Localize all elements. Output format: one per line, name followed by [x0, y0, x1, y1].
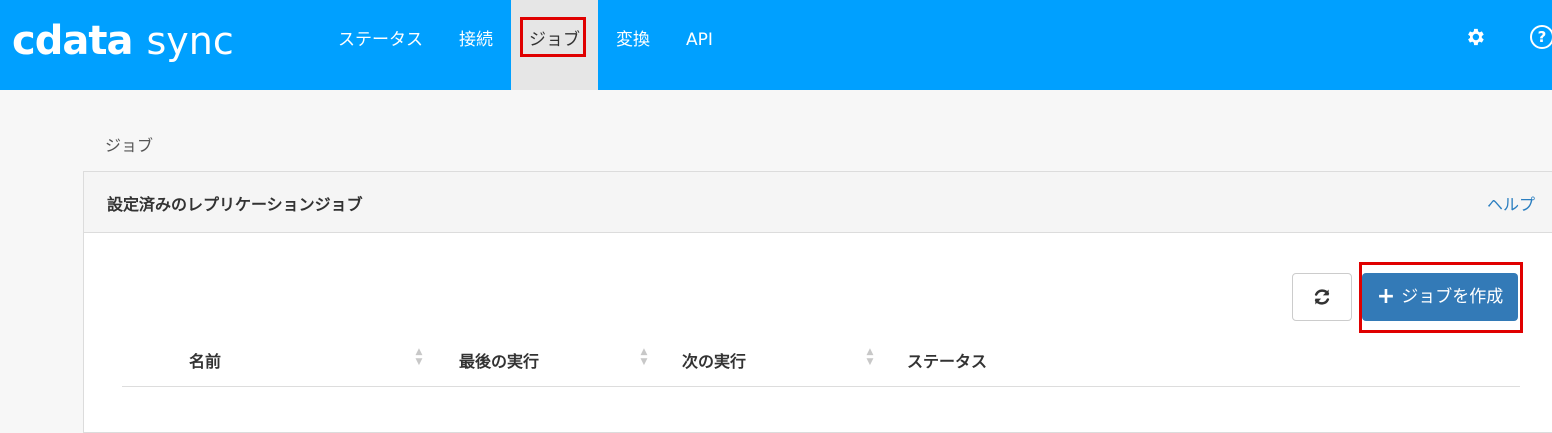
create-job-label: ジョブを作成	[1401, 287, 1504, 307]
sort-icon[interactable]: ▲ ▼	[865, 347, 875, 367]
sort-icon[interactable]: ▲ ▼	[414, 347, 424, 367]
column-header-last-run[interactable]: 最後の実行	[459, 348, 539, 372]
nav-transformations[interactable]: 変換	[598, 0, 668, 90]
nav-jobs-label: ジョブ	[529, 30, 580, 50]
main-nav: ステータス 接続 ジョブ 変換 API	[320, 0, 731, 90]
logo-brand: cdata	[12, 18, 133, 64]
nav-api-label: API	[686, 30, 713, 50]
nav-connections[interactable]: 接続	[441, 0, 511, 90]
logo-product: sync	[146, 19, 234, 63]
jobs-panel: 設定済みのレプリケーションジョブ ヘルプ + ジョブを作成 名前 ▲ ▼ 最後の実行…	[83, 171, 1552, 433]
sort-icon[interactable]: ▲ ▼	[639, 347, 649, 367]
gear-icon[interactable]	[1460, 22, 1490, 52]
refresh-button[interactable]	[1292, 273, 1352, 321]
nav-api[interactable]: API	[668, 0, 731, 90]
refresh-icon	[1314, 289, 1330, 305]
logo[interactable]: cdata sync	[12, 16, 234, 66]
nav-jobs[interactable]: ジョブ	[511, 0, 598, 90]
nav-status-label: ステータス	[338, 30, 423, 50]
top-navbar: cdata sync ステータス 接続 ジョブ 変換 API ?	[0, 0, 1552, 90]
column-header-status[interactable]: ステータス	[907, 348, 987, 372]
nav-connections-label: 接続	[459, 30, 493, 50]
column-header-next-run[interactable]: 次の実行	[682, 348, 746, 372]
help-circle-icon[interactable]: ?	[1530, 25, 1552, 49]
help-link[interactable]: ヘルプ	[1487, 191, 1535, 215]
nav-transformations-label: 変換	[616, 30, 650, 50]
create-job-button[interactable]: + ジョブを作成	[1362, 273, 1518, 321]
breadcrumb: ジョブ	[105, 136, 154, 155]
table-header-row: 名前 ▲ ▼ 最後の実行 ▲ ▼ 次の実行 ▲ ▼ ステータス	[122, 342, 1520, 387]
panel-header: 設定済みのレプリケーションジョブ ヘルプ	[84, 172, 1552, 233]
column-header-name[interactable]: 名前	[189, 348, 221, 372]
plus-icon: +	[1376, 284, 1396, 309]
panel-title: 設定済みのレプリケーションジョブ	[107, 195, 363, 214]
nav-status[interactable]: ステータス	[320, 0, 441, 90]
